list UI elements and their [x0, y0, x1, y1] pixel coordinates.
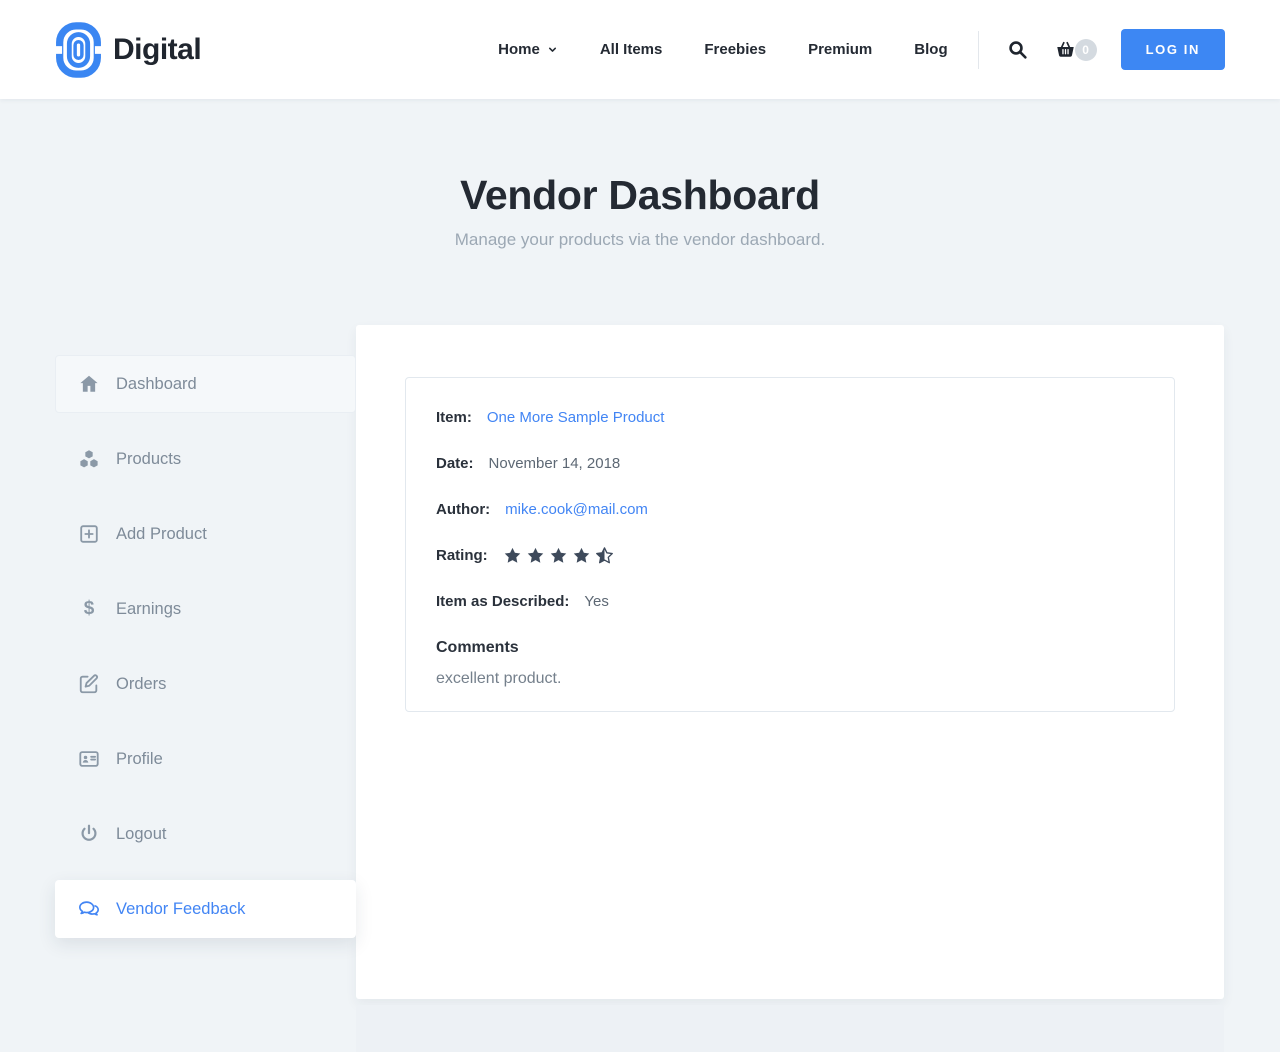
edit-icon	[77, 673, 101, 695]
dollar-icon: $	[77, 598, 101, 620]
feedback-row-date: Date: November 14, 2018	[436, 452, 1144, 474]
page-header: Vendor Dashboard Manage your products vi…	[0, 99, 1280, 250]
sidebar-item-label: Earnings	[116, 600, 181, 619]
described-label: Item as Described:	[436, 593, 569, 610]
brand-logo-icon	[55, 22, 102, 78]
comments-heading: Comments	[436, 639, 1144, 657]
sidebar-item-label: Orders	[116, 675, 166, 694]
shopping-basket-icon	[1055, 39, 1076, 60]
nav-links: Home All Items Freebies Premium Blog	[456, 41, 947, 58]
author-label: Author:	[436, 501, 490, 518]
nav-item-all-items[interactable]: All Items	[600, 41, 663, 58]
sidebar-item-label: Profile	[116, 750, 163, 769]
cubes-icon	[77, 448, 101, 470]
comments-icon	[77, 898, 101, 920]
sidebar-item-label: Vendor Feedback	[116, 900, 245, 919]
brand-name: Digital	[113, 33, 201, 67]
brand[interactable]: Digital	[55, 22, 201, 78]
sidebar-item-label: Products	[116, 450, 181, 469]
chevron-down-icon	[547, 44, 558, 55]
nav-item-blog[interactable]: Blog	[914, 41, 947, 58]
rating-label: Rating:	[436, 547, 488, 564]
item-label: Item:	[436, 409, 472, 426]
nav-item-home-label: Home	[498, 41, 540, 58]
home-icon	[77, 373, 101, 395]
cart-button[interactable]: 0	[1055, 39, 1097, 61]
next-section-stub	[356, 1005, 1224, 1052]
sidebar-item-profile[interactable]: Profile	[55, 730, 356, 788]
search-button[interactable]	[1007, 39, 1028, 60]
login-button[interactable]: LOG IN	[1121, 29, 1225, 70]
sidebar-item-dashboard[interactable]: Dashboard	[55, 355, 356, 413]
feedback-row-described: Item as Described: Yes	[436, 590, 1144, 612]
date-label: Date:	[436, 455, 474, 472]
comments-text: excellent product.	[436, 670, 1144, 688]
sidebar-item-add-product[interactable]: Add Product	[55, 505, 356, 563]
nav-divider	[978, 31, 979, 69]
power-icon	[77, 823, 101, 845]
cart-count-badge: 0	[1075, 39, 1097, 61]
feedback-row-item: Item: One More Sample Product	[436, 406, 1144, 428]
main-nav: Home All Items Freebies Premium Blog	[456, 29, 1225, 70]
rating-stars	[503, 546, 614, 565]
feedback-card: Item: One More Sample Product Date: Nove…	[405, 377, 1175, 712]
item-link[interactable]: One More Sample Product	[487, 409, 665, 426]
sidebar-item-label: Add Product	[116, 525, 207, 544]
id-card-icon	[77, 748, 101, 770]
main-panel: Item: One More Sample Product Date: Nove…	[356, 325, 1224, 999]
search-icon	[1007, 39, 1028, 60]
sidebar-item-orders[interactable]: Orders	[55, 655, 356, 713]
described-value: Yes	[584, 593, 608, 610]
vendor-sidebar: Dashboard Products Add Product $ Earning…	[55, 355, 356, 955]
feedback-row-author: Author: mike.cook@mail.com	[436, 498, 1144, 520]
sidebar-item-label: Dashboard	[116, 375, 197, 394]
nav-item-freebies[interactable]: Freebies	[704, 41, 766, 58]
date-value: November 14, 2018	[489, 455, 621, 472]
sidebar-item-vendor-feedback[interactable]: Vendor Feedback	[55, 880, 356, 938]
nav-item-home[interactable]: Home	[498, 41, 558, 58]
author-email-link[interactable]: mike.cook@mail.com	[505, 501, 648, 518]
sidebar-item-products[interactable]: Products	[55, 430, 356, 488]
sidebar-item-label: Logout	[116, 825, 166, 844]
sidebar-item-earnings[interactable]: $ Earnings	[55, 580, 356, 638]
page-title: Vendor Dashboard	[0, 172, 1280, 219]
feedback-row-rating: Rating:	[436, 544, 1144, 566]
top-navbar: Digital Home All Items Freebies Premium …	[0, 0, 1280, 99]
sidebar-item-logout[interactable]: Logout	[55, 805, 356, 863]
nav-item-premium[interactable]: Premium	[808, 41, 872, 58]
plus-square-icon	[77, 523, 101, 545]
page-subtitle: Manage your products via the vendor dash…	[0, 230, 1280, 250]
